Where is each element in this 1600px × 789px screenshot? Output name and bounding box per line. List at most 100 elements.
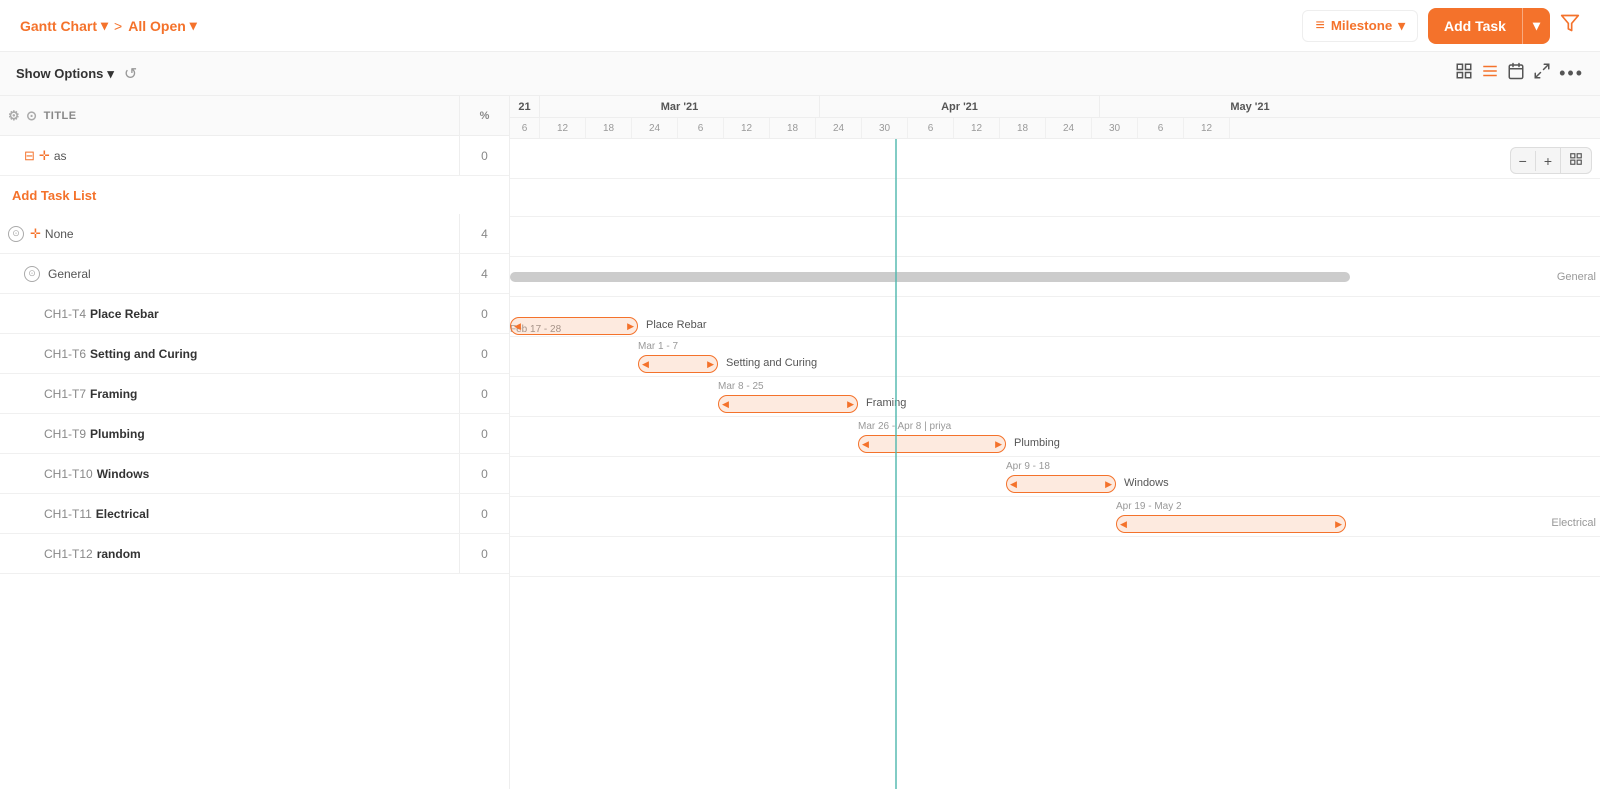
task-title-general: ⊙ General xyxy=(0,266,459,282)
task-label-ch1t7: Framing xyxy=(90,387,137,401)
zoom-controls: − + xyxy=(1510,147,1592,174)
task-label-ch1t9: Plumbing xyxy=(90,427,145,441)
gantt-row-ch1t4: Feb 17 - 28 ◀ ▶ Place Rebar xyxy=(510,297,1600,337)
toolbar: Show Options ▾ ↺ ••• xyxy=(0,52,1600,96)
task-row-none[interactable]: ⊙ ✛ None 4 xyxy=(0,214,509,254)
all-open-link[interactable]: All Open ▾ xyxy=(128,17,197,34)
task-pct-none: 4 xyxy=(459,214,509,253)
gantt-chart-chevron: ▾ xyxy=(101,17,108,34)
bar-ch1t4[interactable]: ◀ ▶ xyxy=(510,317,638,335)
gantt-day: 12 xyxy=(1184,118,1230,138)
view-option-2-button[interactable] xyxy=(1481,62,1499,85)
task-row[interactable]: ⊟ ✛ as 0 xyxy=(0,136,509,176)
nav-separator: > xyxy=(114,18,122,34)
add-task-list-button[interactable]: Add Task List xyxy=(0,176,509,214)
gantt-row-addlist xyxy=(510,179,1600,217)
task-row-ch1t7[interactable]: CH1-T7 Framing 0 xyxy=(0,374,509,414)
gantt-day: 30 xyxy=(862,118,908,138)
add-task-button[interactable]: Add Task ▾ xyxy=(1428,8,1550,44)
task-id-ch1t11: CH1-T11 xyxy=(44,507,92,521)
task-pct-as: 0 xyxy=(459,136,509,175)
task-id-ch1t4: CH1-T4 xyxy=(44,307,86,321)
task-label-ch1t10: Windows xyxy=(97,467,150,481)
show-options-chevron: ▾ xyxy=(107,66,114,82)
gantt-day: 12 xyxy=(540,118,586,138)
gantt-day: 30 xyxy=(1092,118,1138,138)
bar-ch1t9[interactable]: ◀ ▶ xyxy=(858,435,1006,453)
gantt-months-row: 21 Mar '21 Apr '21 May '21 xyxy=(510,96,1600,118)
task-title-ch1t10: CH1-T10 Windows xyxy=(0,467,459,481)
task-title-none: ⊙ ✛ None xyxy=(0,226,459,242)
show-options-label: Show Options xyxy=(16,66,103,81)
gantt-days-row: 6 12 18 24 6 12 18 24 30 6 12 18 24 30 6… xyxy=(510,118,1600,138)
gantt-row-ch1t12 xyxy=(510,537,1600,577)
filter-button[interactable] xyxy=(1560,13,1580,38)
task-pct-ch1t9: 0 xyxy=(459,414,509,453)
gantt-month-may: May '21 xyxy=(1100,96,1400,117)
left-panel: ⚙ ⊙ TITLE % ⊟ ✛ as 0 Add Task List ⊙ ✛ N… xyxy=(0,96,510,789)
task-title-ch1t6: CH1-T6 Setting and Curing xyxy=(0,347,459,361)
collapse-circle-icon: ⊙ xyxy=(8,226,24,242)
bar-label-ch1t11: Electrical xyxy=(1551,517,1596,529)
zoom-out-button[interactable]: − xyxy=(1511,149,1535,173)
task-pct-general: 4 xyxy=(459,254,509,293)
pct-column-header: % xyxy=(459,96,509,135)
undo-button[interactable]: ↺ xyxy=(124,64,137,84)
task-id-ch1t6: CH1-T6 xyxy=(44,347,86,361)
task-title-ch1t11: CH1-T11 Electrical xyxy=(0,507,459,521)
bar-ch1t10[interactable]: ◀ ▶ xyxy=(1006,475,1116,493)
task-row-ch1t10[interactable]: CH1-T10 Windows 0 xyxy=(0,454,509,494)
gantt-row-ch1t7: Mar 8 - 25 ◀ ▶ Framing xyxy=(510,377,1600,417)
show-options-button[interactable]: Show Options ▾ xyxy=(16,66,114,82)
gantt-row-ch1t9: Mar 26 - Apr 8 | priya ◀ ▶ Plumbing xyxy=(510,417,1600,457)
task-row-ch1t4[interactable]: CH1-T4 Place Rebar 0 xyxy=(0,294,509,334)
panel-header-title: ⚙ ⊙ TITLE xyxy=(0,108,459,124)
gantt-chart-label: Gantt Chart xyxy=(20,18,97,34)
task-row-ch1t6[interactable]: CH1-T6 Setting and Curing 0 xyxy=(0,334,509,374)
gantt-day: 6 xyxy=(510,118,540,138)
gantt-header: 21 Mar '21 Apr '21 May '21 6 12 18 24 6 xyxy=(510,96,1600,139)
more-options-button[interactable]: ••• xyxy=(1559,63,1584,84)
bar-ch1t7[interactable]: ◀ ▶ xyxy=(718,395,858,413)
title-column-header: TITLE xyxy=(44,110,77,122)
task-row-ch1t11[interactable]: CH1-T11 Electrical 0 xyxy=(0,494,509,534)
gantt-row-general: General xyxy=(510,257,1600,297)
task-title-ch1t12: CH1-T12 random xyxy=(0,547,459,561)
gantt-panel: 21 Mar '21 Apr '21 May '21 6 12 18 24 6 xyxy=(510,96,1600,789)
task-pct-ch1t4: 0 xyxy=(459,294,509,333)
milestone-label: Milestone xyxy=(1331,18,1392,33)
today-line xyxy=(895,139,897,789)
expand-button[interactable] xyxy=(1533,62,1551,85)
zoom-in-button[interactable]: + xyxy=(1536,149,1560,173)
task-label-ch1t6: Setting and Curing xyxy=(90,347,197,361)
collapse-icon: ⊙ xyxy=(26,108,37,124)
gantt-chart-link[interactable]: Gantt Chart ▾ xyxy=(20,17,108,34)
task-label-ch1t11: Electrical xyxy=(96,507,149,521)
task-row-general[interactable]: ⊙ General 4 xyxy=(0,254,509,294)
nav-left: Gantt Chart ▾ > All Open ▾ xyxy=(20,17,197,34)
task-title-as: ⊟ ✛ as xyxy=(0,148,459,164)
task-row-ch1t12[interactable]: CH1-T12 random 0 xyxy=(0,534,509,574)
gantt-day: 24 xyxy=(816,118,862,138)
gantt-month-mar: Mar '21 xyxy=(540,96,820,117)
calendar-button[interactable] xyxy=(1507,62,1525,85)
gantt-month-apr: Apr '21 xyxy=(820,96,1100,117)
gantt-day: 18 xyxy=(1000,118,1046,138)
month-label-apr: Apr '21 xyxy=(941,101,978,113)
zoom-fit-button[interactable] xyxy=(1560,148,1591,173)
milestone-chevron: ▾ xyxy=(1398,18,1405,34)
milestone-icon: ≡ xyxy=(1315,17,1324,35)
add-task-arrow-icon: ▾ xyxy=(1523,9,1550,42)
bar-ch1t6[interactable]: ◀ ▶ xyxy=(638,355,718,373)
task-id-ch1t9: CH1-T9 xyxy=(44,427,86,441)
task-pct-ch1t7: 0 xyxy=(459,374,509,413)
task-row-ch1t9[interactable]: CH1-T9 Plumbing 0 xyxy=(0,414,509,454)
milestone-button[interactable]: ≡ Milestone ▾ xyxy=(1302,10,1418,42)
gantt-day: 6 xyxy=(678,118,724,138)
month-label-mar: Mar '21 xyxy=(661,101,698,113)
bar-ch1t11[interactable]: ◀ ▶ xyxy=(1116,515,1346,533)
gantt-row-ch1t11: Apr 19 - May 2 ◀ ▶ Electrical xyxy=(510,497,1600,537)
add-task-label: Add Task xyxy=(1428,10,1522,42)
view-option-1-button[interactable] xyxy=(1455,62,1473,85)
gantt-day: 6 xyxy=(908,118,954,138)
